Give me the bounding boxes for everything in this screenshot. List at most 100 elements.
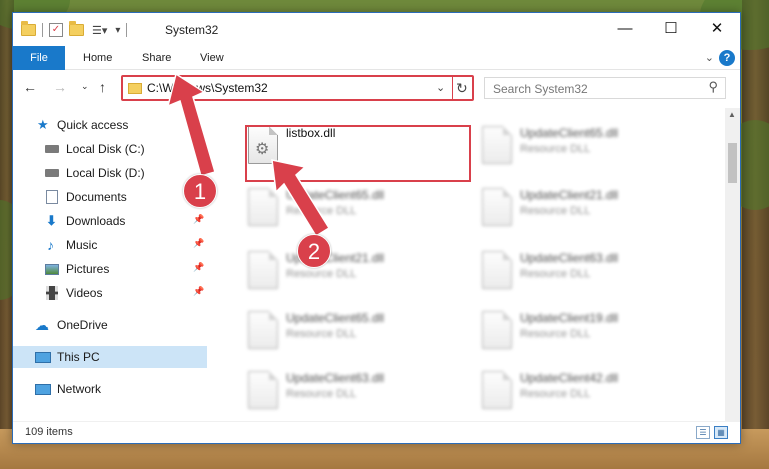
file-type: Resource DLL [520, 143, 591, 155]
tab-home[interactable]: Home [71, 46, 124, 70]
expand-ribbon-icon[interactable]: ⌄ [705, 51, 714, 64]
file-item[interactable]: UpdateClient65.dll Resource DLL [468, 116, 698, 174]
search-input[interactable]: Search System32 ⚲ [484, 77, 726, 99]
sidebar-item-label: Documents [66, 190, 127, 204]
sidebar-item-network[interactable]: Network [13, 378, 207, 400]
step-2-badge: 2 [297, 234, 331, 268]
navigation-bar: ← → ⌄ ↑ C:\Windows\System32 ⌄ ↻ Search S… [13, 71, 740, 105]
dll-file-icon [482, 126, 512, 164]
sidebar-item-label: Music [66, 238, 98, 252]
tab-share[interactable]: Share [130, 46, 183, 70]
sidebar-item-downloads[interactable]: ⬇ Downloads 📌 [13, 210, 207, 232]
star-icon: ★ [37, 117, 49, 132]
navigation-pane: ★ Quick access Local Disk (C:) 📌 Local D… [13, 113, 207, 413]
file-type: Resource DLL [286, 388, 357, 400]
file-type: Resource DLL [520, 328, 591, 340]
download-arrow-icon: ⬇ [46, 213, 57, 228]
pin-icon[interactable]: 📌 [193, 262, 204, 273]
tab-file[interactable]: File [13, 46, 65, 70]
address-bar[interactable]: C:\Windows\System32 ⌄ ↻ [121, 75, 474, 101]
scrollbar-thumb[interactable] [728, 143, 737, 183]
pin-icon[interactable]: 📌 [193, 286, 204, 297]
sidebar-item-videos[interactable]: Videos 📌 [13, 282, 207, 304]
file-item[interactable]: UpdateClient65.dll Resource DLL [234, 178, 464, 236]
file-type: Resource DLL [520, 205, 591, 217]
minimize-button[interactable]: — [602, 13, 648, 43]
file-name: UpdateClient42.dll [520, 371, 619, 385]
sidebar-item-quick-access[interactable]: ★ Quick access [13, 114, 207, 136]
monitor-icon [35, 351, 51, 363]
dll-file-icon [248, 251, 278, 289]
file-name: UpdateClient63.dll [286, 371, 385, 385]
address-path[interactable]: C:\Windows\System32 [147, 81, 268, 95]
toolbar-divider [42, 23, 43, 37]
vertical-scrollbar[interactable]: ▲ [725, 108, 740, 423]
scroll-up-icon[interactable]: ▲ [728, 110, 736, 119]
file-item[interactable]: UpdateClient19.dll Resource DLL [468, 301, 698, 359]
file-name: UpdateClient65.dll [286, 311, 385, 325]
new-folder-icon[interactable] [69, 21, 84, 36]
quick-access-toolbar: ✓ ☰▾ ▾ [21, 21, 133, 39]
sidebar-item-onedrive[interactable]: ☁ OneDrive [13, 314, 207, 336]
file-highlight-box [245, 125, 471, 182]
sidebar-item-local-disk-d[interactable]: Local Disk (D:) [13, 162, 207, 184]
address-dropdown-icon[interactable]: ⌄ [436, 81, 445, 94]
sidebar-item-pictures[interactable]: Pictures 📌 [13, 258, 207, 280]
sidebar-item-documents[interactable]: Documents 📌 [13, 186, 207, 208]
sidebar-item-label: Local Disk (D:) [66, 166, 145, 180]
status-bar: 109 items ☰ ▦ [13, 421, 740, 443]
dll-file-icon [482, 311, 512, 349]
file-item[interactable]: UpdateClient21.dll Resource DLL [468, 178, 698, 236]
sidebar-item-music[interactable]: ♪ Music 📌 [13, 234, 207, 256]
dll-file-icon [248, 311, 278, 349]
search-icon[interactable]: ⚲ [708, 79, 718, 95]
dll-file-icon [482, 251, 512, 289]
title-bar: ✓ ☰▾ ▾ System32 — ☐ ✕ [13, 13, 740, 46]
refresh-icon[interactable]: ↻ [456, 80, 468, 97]
maximize-button[interactable]: ☐ [648, 13, 694, 43]
pin-icon[interactable]: 📌 [193, 238, 204, 249]
dropdown-arrow-icon[interactable]: ▾ [115, 25, 120, 36]
file-item[interactable]: UpdateClient21.dll Resource DLL [234, 241, 464, 299]
file-name: UpdateClient63.dll [520, 251, 619, 265]
sidebar-item-local-disk-c[interactable]: Local Disk (C:) 📌 [13, 138, 207, 160]
address-divider [452, 77, 453, 99]
large-icons-view-icon[interactable]: ▦ [714, 426, 728, 439]
customize-toolbar-icon[interactable]: ☰▾ [92, 24, 107, 37]
close-button[interactable]: ✕ [694, 13, 740, 43]
file-item[interactable]: UpdateClient42.dll Resource DLL [468, 361, 698, 419]
drive-icon [45, 169, 59, 177]
file-name: UpdateClient19.dll [520, 311, 619, 325]
file-name: UpdateClient21.dll [520, 188, 619, 202]
up-arrow-icon[interactable]: ↑ [99, 79, 106, 95]
pictures-icon [45, 263, 59, 275]
file-name: UpdateClient65.dll [286, 188, 385, 202]
recent-locations-chevron-icon[interactable]: ⌄ [81, 81, 89, 92]
file-type: Resource DLL [520, 268, 591, 280]
sidebar-item-this-pc[interactable]: This PC [13, 346, 207, 368]
file-item[interactable]: UpdateClient63.dll Resource DLL [234, 361, 464, 419]
dll-file-icon [482, 371, 512, 409]
pin-icon[interactable]: 📌 [193, 214, 204, 225]
details-view-icon[interactable]: ☰ [696, 426, 710, 439]
dll-file-icon [248, 371, 278, 409]
toolbar-divider [126, 23, 128, 37]
help-button[interactable]: ? [719, 50, 735, 66]
back-arrow-icon[interactable]: ← [23, 79, 37, 95]
file-type: Resource DLL [286, 268, 357, 280]
file-type: Resource DLL [286, 328, 357, 340]
cloud-icon: ☁ [35, 316, 49, 333]
folder-icon [128, 83, 142, 94]
tab-view[interactable]: View [188, 46, 236, 70]
pin-icon[interactable]: 📌 [193, 142, 204, 153]
sidebar-item-label: Downloads [66, 214, 126, 228]
file-item[interactable]: UpdateClient65.dll Resource DLL [234, 301, 464, 359]
file-type: Resource DLL [286, 205, 357, 217]
file-item[interactable]: UpdateClient63.dll Resource DLL [468, 241, 698, 299]
documents-icon [46, 190, 58, 204]
forward-arrow-icon[interactable]: → [53, 79, 67, 95]
file-explorer-window: ✓ ☰▾ ▾ System32 — ☐ ✕ File Home Share Vi… [12, 12, 741, 444]
sidebar-item-label: OneDrive [57, 318, 108, 332]
item-count: 109 items [25, 426, 73, 438]
properties-check-icon[interactable]: ✓ [49, 23, 63, 37]
